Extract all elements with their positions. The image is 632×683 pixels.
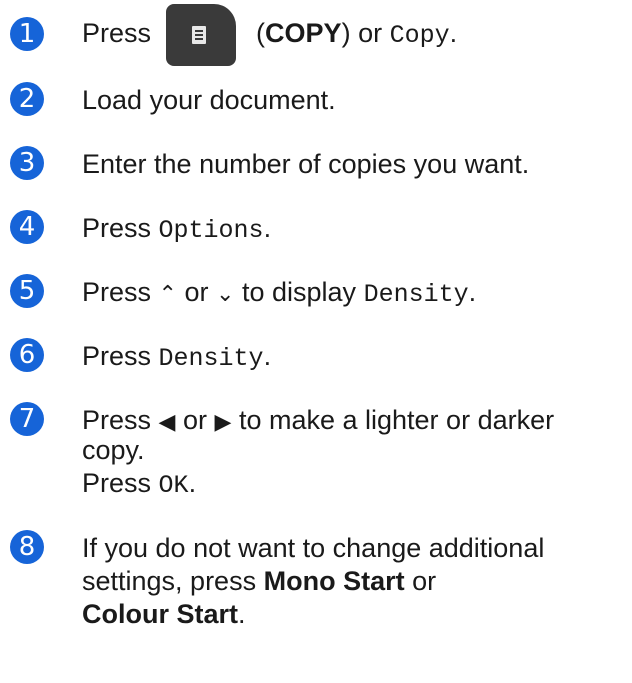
down-arrow-icon: ⌄ bbox=[216, 282, 235, 307]
step-text: Press (COPY) or Copy. bbox=[82, 18, 458, 50]
step-number: 6 bbox=[10, 338, 44, 372]
step-text: Press Options. bbox=[82, 213, 272, 245]
step-number: 8 bbox=[10, 530, 44, 564]
step-text-line: copy. bbox=[82, 435, 145, 465]
step-text: Press ◀ or ▶ to make a lighter or darker bbox=[82, 405, 555, 435]
step-number: 7 bbox=[10, 402, 44, 436]
step-number: 2 bbox=[10, 82, 44, 116]
step-number: 4 bbox=[10, 210, 44, 244]
step-number: 1 bbox=[10, 17, 44, 51]
step-text-line: settings, press Mono Start or bbox=[82, 566, 437, 596]
step-text: Enter the number of copies you want. bbox=[82, 149, 530, 179]
step-text: Press Density. bbox=[82, 341, 272, 373]
up-arrow-icon: ⌃ bbox=[158, 282, 177, 307]
step-number: 3 bbox=[10, 146, 44, 180]
step-text: Load your document. bbox=[82, 85, 336, 115]
step-text: Press ⌃ or ⌄ to display Density. bbox=[82, 277, 477, 309]
step-text-line: Press OK. bbox=[82, 468, 197, 500]
step-text: If you do not want to change additional bbox=[82, 533, 545, 563]
right-arrow-icon: ▶ bbox=[214, 410, 232, 435]
left-arrow-icon: ◀ bbox=[158, 410, 176, 435]
step-text-line: Colour Start. bbox=[82, 599, 246, 629]
step-number: 5 bbox=[10, 274, 44, 308]
